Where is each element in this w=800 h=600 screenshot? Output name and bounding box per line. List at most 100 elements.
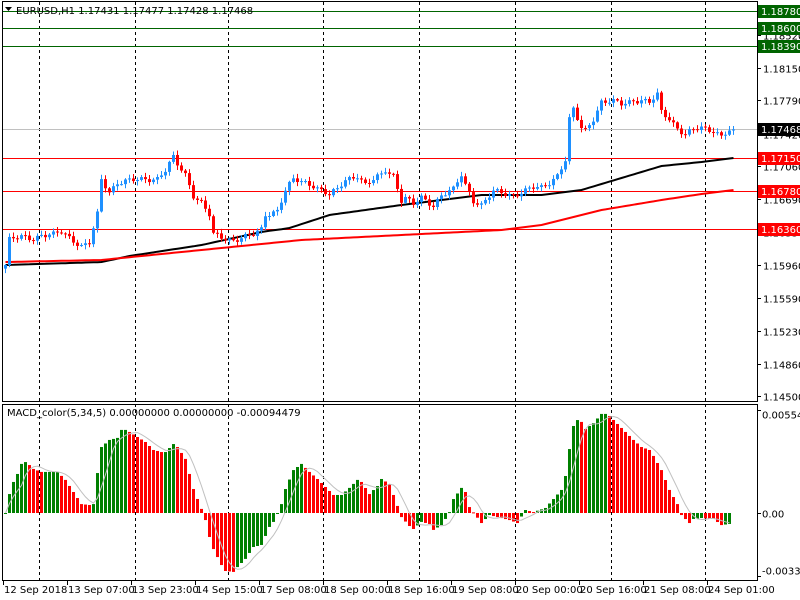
bear-candle [360, 178, 363, 180]
bull-candle [688, 129, 691, 135]
time-tick-label: 21 Sep 08:00 [644, 585, 711, 596]
bear-candle [324, 189, 327, 195]
bull-candle [384, 172, 387, 174]
bull-candle [124, 179, 127, 185]
bear-candle [396, 174, 399, 189]
bear-candle [544, 185, 547, 187]
bear-candle [516, 194, 519, 197]
bear-candle [308, 181, 311, 186]
macd-bar [680, 513, 683, 516]
macd-bar [144, 441, 147, 513]
time-tick-label: 14 Sep 15:00 [196, 585, 263, 596]
macd-bar [24, 462, 27, 513]
macd-bar [20, 463, 23, 513]
price-tick-label: 1.15590 [763, 295, 800, 306]
bear-candle [680, 128, 683, 135]
price-tick-label: 1.15230 [763, 328, 800, 339]
macd-bar [648, 449, 651, 513]
bear-candle [32, 240, 35, 242]
bear-candle [88, 243, 91, 245]
collapse-triangle-icon[interactable] [5, 7, 12, 11]
bear-candle [60, 232, 63, 234]
price-tick-label: 1.15960 [763, 262, 800, 273]
bull-candle [624, 103, 627, 106]
bull-candle [552, 178, 555, 186]
macd-bar [84, 504, 87, 513]
price-axis[interactable]: 1.185201.181501.177901.174201.170601.166… [757, 32, 800, 404]
bull-candle [168, 161, 171, 172]
bear-candle [224, 238, 227, 241]
macd-bar [316, 478, 319, 513]
macd-bar [708, 513, 711, 519]
bull-candle [548, 185, 551, 187]
price-level-value: 1.16780 [761, 187, 800, 198]
bear-candle [660, 92, 663, 110]
bear-candle [704, 126, 707, 128]
macd-bar [168, 448, 171, 513]
bull-candle [256, 230, 259, 236]
bull-candle [480, 203, 483, 205]
macd-bar [468, 507, 471, 513]
bull-candle [288, 181, 291, 191]
bull-candle [440, 195, 443, 199]
price-level-value: 1.18780 [761, 7, 800, 18]
bear-candle [368, 182, 371, 184]
macd-bar [368, 494, 371, 513]
bull-candle [536, 187, 539, 189]
bear-candle [576, 107, 579, 120]
bear-candle [424, 195, 427, 200]
macd-bar [664, 480, 667, 513]
bear-candle [432, 205, 435, 208]
bear-candle [388, 172, 391, 174]
bull-candle [96, 211, 99, 229]
horizontal-levels[interactable] [3, 11, 757, 230]
trading-chart[interactable]: 1.185201.181501.177901.174201.170601.166… [0, 0, 800, 600]
bear-candle [236, 240, 239, 242]
macd-bar [256, 513, 259, 546]
bear-candle [212, 216, 215, 233]
bull-candle [488, 197, 491, 200]
bull-candle [80, 245, 83, 247]
bear-candle [648, 98, 651, 103]
bull-candle [592, 121, 595, 126]
macd-bar [388, 484, 391, 513]
macd-bar [204, 513, 207, 521]
bear-candle [512, 194, 515, 196]
bull-candle [652, 99, 655, 103]
macd-bar [120, 429, 123, 513]
bull-candle [460, 176, 463, 183]
bull-candle [40, 234, 43, 236]
bull-candle [332, 189, 335, 196]
macd-bar [516, 513, 519, 524]
bull-candle [304, 181, 307, 183]
macd-bar [176, 447, 179, 513]
price-level-value: 1.16360 [761, 225, 800, 236]
macd-bar [560, 489, 563, 513]
macd-bar [44, 471, 47, 513]
bear-candle [676, 122, 679, 129]
bull-candle [84, 243, 87, 246]
time-tick-label: 19 Sep 08:00 [452, 585, 519, 596]
macd-bar [668, 489, 671, 513]
macd-bar [248, 513, 251, 553]
bull-candle [156, 177, 159, 180]
macd-bar [92, 504, 95, 513]
macd-bar [320, 482, 323, 513]
price-level-value: 1.17468 [761, 125, 800, 136]
macd-bar [608, 415, 611, 513]
bull-candle [492, 190, 495, 198]
bull-candle [404, 196, 407, 203]
bear-candle [408, 196, 411, 199]
bull-candle [240, 238, 243, 242]
bull-candle [452, 186, 455, 191]
bear-candle [56, 231, 59, 233]
macd-bar [604, 413, 607, 513]
bull-candle [344, 180, 347, 187]
bear-candle [232, 238, 235, 241]
bull-candle [420, 195, 423, 202]
time-axis[interactable]: 12 Sep 2018 13 Sep 07:0013 Sep 23:0014 Se… [3, 581, 775, 596]
bull-candle [528, 187, 531, 189]
bear-candle [504, 193, 507, 196]
time-tick-label: 20 Sep 00:00 [516, 585, 583, 596]
macd-bar [280, 504, 283, 513]
